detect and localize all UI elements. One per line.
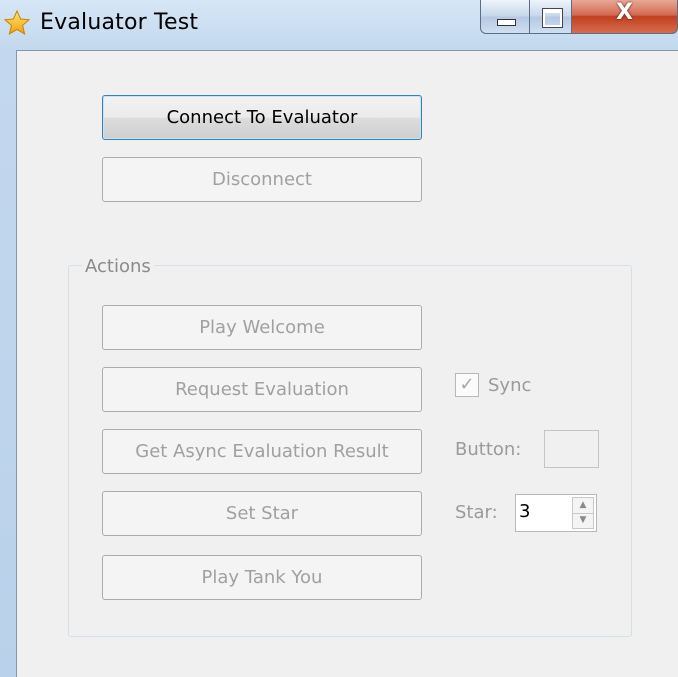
maximize-icon: [542, 8, 563, 28]
close-icon: X: [616, 0, 633, 25]
sync-checkbox[interactable]: ✓: [455, 373, 479, 397]
play-welcome-button[interactable]: Play Welcome: [102, 305, 422, 350]
star-icon: [3, 9, 31, 37]
disconnect-button-label: Disconnect: [212, 169, 312, 190]
actions-group-label: Actions: [82, 256, 154, 277]
caption-buttons: X: [480, 0, 678, 36]
button-field-label: Button:: [455, 439, 522, 460]
spin-down-icon[interactable]: ▼: [573, 513, 593, 528]
request-evaluation-button[interactable]: Request Evaluation: [102, 367, 422, 412]
play-welcome-label: Play Welcome: [199, 317, 325, 338]
star-spinner-value[interactable]: 3: [519, 501, 530, 522]
check-icon: ✓: [459, 374, 475, 395]
connect-button[interactable]: Connect To Evaluator: [102, 95, 422, 140]
minimize-button[interactable]: [480, 0, 530, 34]
sync-label[interactable]: Sync: [488, 375, 531, 396]
spin-up-icon[interactable]: ▲: [573, 498, 593, 514]
star-spinner[interactable]: 3 ▲ ▼: [515, 494, 597, 532]
button-field[interactable]: [544, 430, 599, 468]
close-button[interactable]: X: [572, 0, 678, 34]
window-title: Evaluator Test: [40, 10, 199, 35]
title-bar[interactable]: Evaluator Test X: [0, 0, 678, 50]
get-async-result-button[interactable]: Get Async Evaluation Result: [102, 429, 422, 474]
get-async-result-label: Get Async Evaluation Result: [135, 441, 389, 462]
star-field-label: Star:: [455, 502, 498, 523]
play-tank-you-button[interactable]: Play Tank You: [102, 555, 422, 600]
minimize-icon: [497, 19, 516, 26]
set-star-label: Set Star: [225, 503, 299, 524]
play-tank-you-label: Play Tank You: [201, 567, 323, 588]
maximize-button[interactable]: [530, 0, 572, 34]
request-evaluation-label: Request Evaluation: [175, 379, 349, 400]
spinner-buttons: ▲ ▼: [572, 497, 594, 529]
disconnect-button[interactable]: Disconnect: [102, 157, 422, 202]
connect-button-label: Connect To Evaluator: [166, 107, 358, 128]
set-star-button[interactable]: Set Star: [102, 491, 422, 536]
